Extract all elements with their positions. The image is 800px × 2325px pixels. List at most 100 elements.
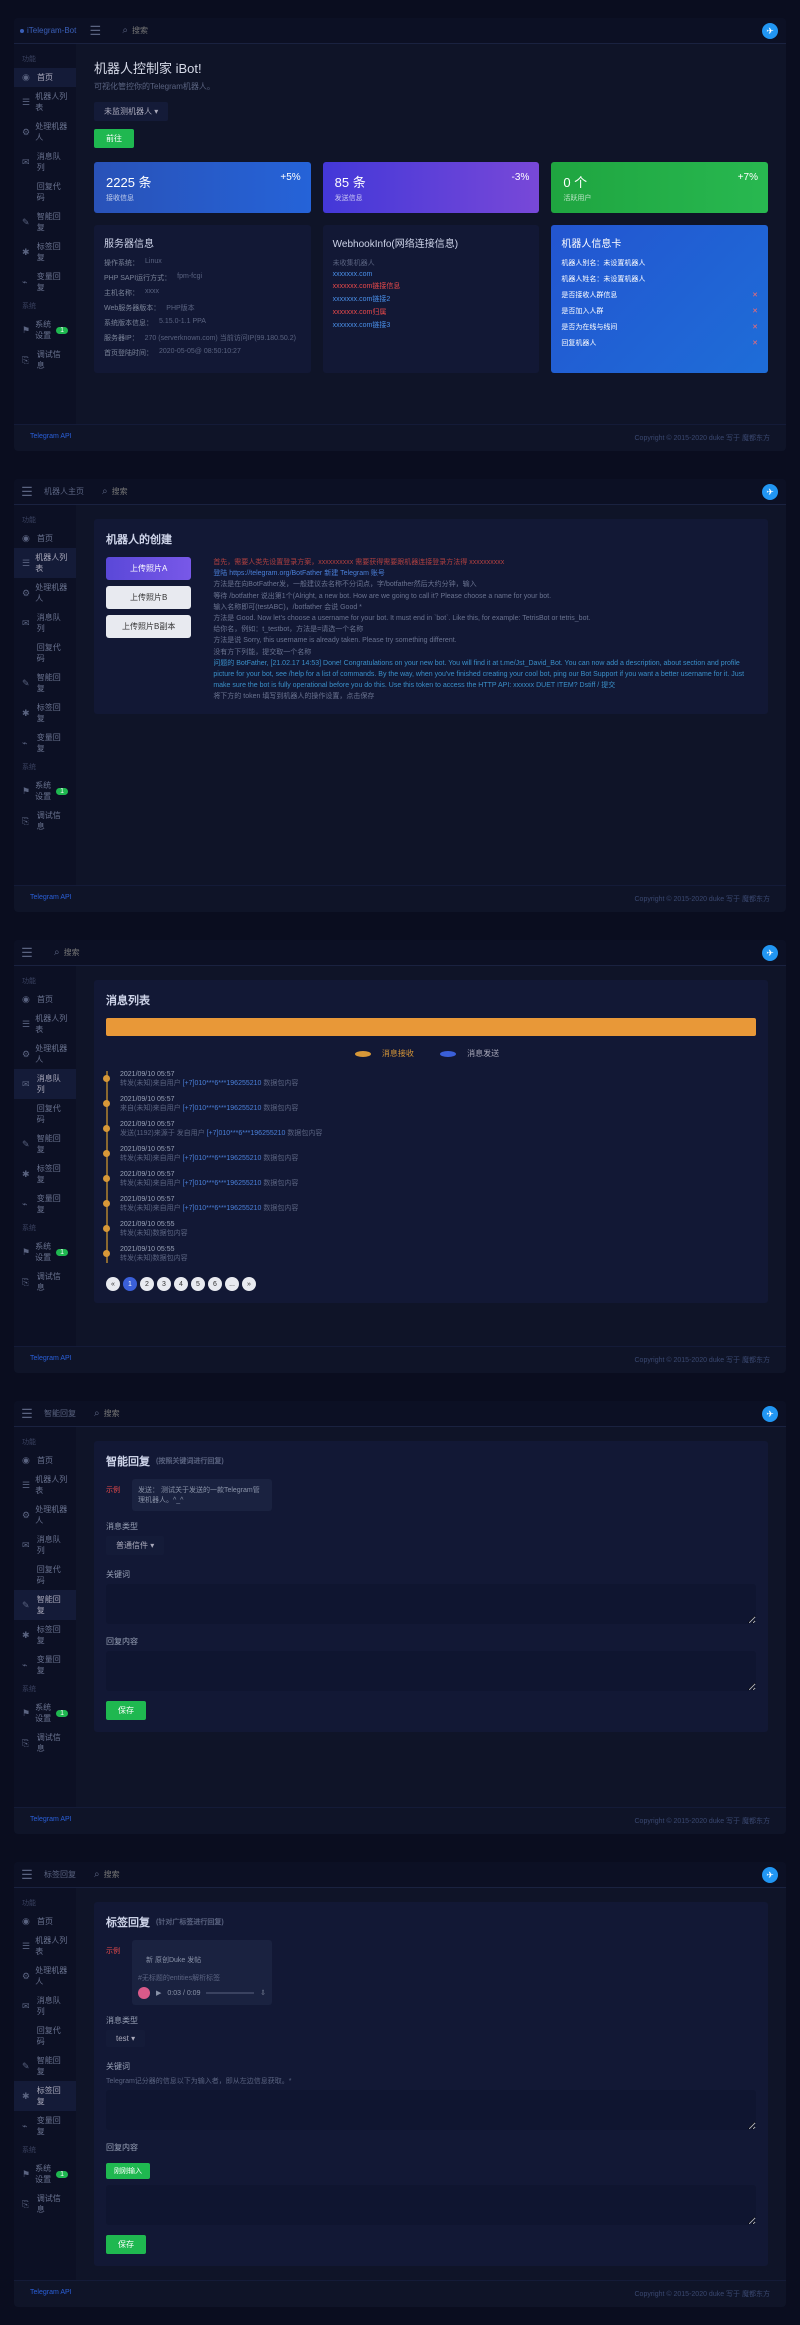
message-item[interactable]: 2021/09/10 05:57发送(1192)来源于 发自用户 [+7]010… [120, 1121, 756, 1138]
sidebar-item[interactable]: ✉消息队列 [14, 1991, 76, 2021]
tab-received[interactable]: 消息接收 [347, 1049, 430, 1058]
close-icon[interactable]: ✕ [752, 323, 758, 331]
sidebar-item[interactable]: ⎘调试信息 [14, 1728, 76, 1758]
sidebar-item[interactable]: ⌁变量回复 [14, 728, 76, 758]
page-button[interactable]: « [106, 1277, 120, 1291]
sidebar-item[interactable]: ⌁变量回复 [14, 1189, 76, 1219]
sidebar-item[interactable]: 回复代码 [14, 1099, 76, 1129]
telegram-icon[interactable]: ✈ [762, 945, 778, 961]
page-button[interactable]: 6 [208, 1277, 222, 1291]
sidebar-item[interactable]: ☰机器人列表 [14, 1931, 76, 1961]
webhook-link[interactable]: xxxxxxx.com链接3 [333, 320, 530, 330]
save-button[interactable]: 保存 [106, 2235, 146, 2254]
sidebar-item[interactable]: ✎智能回复 [14, 1590, 76, 1620]
page-button[interactable]: 1 [123, 1277, 137, 1291]
menu-toggle-icon[interactable]: ☰ [82, 23, 108, 39]
close-icon[interactable]: ✕ [752, 339, 758, 347]
page-button[interactable]: » [242, 1277, 256, 1291]
page-button[interactable]: 3 [157, 1277, 171, 1291]
webhook-link[interactable]: xxxxxxx.com链接信息 [333, 281, 530, 291]
tag-chip[interactable]: 刚刚输入 [106, 2163, 150, 2179]
bot-select[interactable]: 未监测机器人 [94, 102, 168, 121]
sidebar-item[interactable]: ✉消息队列 [14, 1069, 76, 1099]
search-input[interactable] [132, 26, 212, 35]
msg-type-select[interactable]: test [106, 2030, 145, 2047]
sidebar-item[interactable]: ☰机器人列表 [14, 1470, 76, 1500]
search[interactable]: ⌕ [122, 25, 212, 36]
sidebar-item[interactable]: ⌁变量回复 [14, 2111, 76, 2141]
message-item[interactable]: 2021/09/10 05:57来自(未知)来自用户 [+7]010***6**… [120, 1096, 756, 1113]
upload-button[interactable]: 上传照片A [106, 557, 191, 580]
sidebar-item[interactable]: 回复代码 [14, 2021, 76, 2051]
sidebar-item[interactable]: ✎智能回复 [14, 1129, 76, 1159]
sidebar-item[interactable]: ✉消息队列 [14, 147, 76, 177]
sidebar-item[interactable]: ⚙处理机器人 [14, 1961, 76, 1991]
telegram-icon[interactable]: ✈ [762, 484, 778, 500]
search-input[interactable] [112, 487, 192, 496]
tab-sent[interactable]: 消息发送 [432, 1049, 515, 1058]
sidebar-item[interactable]: ◉首页 [14, 68, 76, 87]
sidebar-item[interactable]: ✉消息队列 [14, 1530, 76, 1560]
sidebar-item[interactable]: 回复代码 [14, 1560, 76, 1590]
download-icon[interactable]: ⇩ [260, 1989, 266, 1997]
sidebar-item[interactable]: ✉消息队列 [14, 608, 76, 638]
content-input[interactable] [106, 1651, 756, 1691]
sidebar-item[interactable]: ⚑系统设置1 [14, 1237, 76, 1267]
sidebar-item[interactable]: ◉首页 [14, 990, 76, 1009]
sidebar-item[interactable]: ✱标签回复 [14, 2081, 76, 2111]
sidebar-item[interactable]: ☰机器人列表 [14, 87, 76, 117]
upload-button[interactable]: 上传照片B副本 [106, 615, 191, 638]
message-item[interactable]: 2021/09/10 05:57转发(未知)来自用户 [+7]010***6**… [120, 1196, 756, 1213]
sidebar-item[interactable]: ⚙处理机器人 [14, 1039, 76, 1069]
sidebar-item[interactable]: ⎘调试信息 [14, 2189, 76, 2219]
audio-player[interactable]: ▶0:03 / 0:09⇩ [138, 1987, 266, 1999]
search-input[interactable] [104, 1870, 184, 1879]
menu-toggle-icon[interactable]: ☰ [14, 484, 40, 500]
menu-toggle-icon[interactable]: ☰ [14, 1406, 40, 1422]
sidebar-item[interactable]: ✱标签回复 [14, 1159, 76, 1189]
msg-type-select[interactable]: 普通信件 [106, 1536, 164, 1555]
sidebar-item[interactable]: ◉首页 [14, 1451, 76, 1470]
sidebar-item[interactable]: ⎘调试信息 [14, 345, 76, 375]
sidebar-item[interactable]: ⚙处理机器人 [14, 578, 76, 608]
menu-toggle-icon[interactable]: ☰ [14, 1867, 40, 1883]
webhook-link[interactable]: xxxxxxx.com [333, 271, 530, 278]
sidebar-item[interactable]: 回复代码 [14, 638, 76, 668]
sidebar-item[interactable]: ⚑系统设置1 [14, 315, 76, 345]
telegram-icon[interactable]: ✈ [762, 1406, 778, 1422]
telegram-icon[interactable]: ✈ [762, 23, 778, 39]
sidebar-item[interactable]: ⚑系统设置1 [14, 776, 76, 806]
sidebar-item[interactable]: ⚑系统设置1 [14, 2159, 76, 2189]
sidebar-item[interactable]: ✎智能回复 [14, 2051, 76, 2081]
sidebar-item[interactable]: ☰机器人列表 [14, 548, 76, 578]
webhook-link[interactable]: xxxxxxx.com归属 [333, 307, 530, 317]
message-item[interactable]: 2021/09/10 05:55转发(未知)数据包内容 [120, 1246, 756, 1263]
sidebar-item[interactable]: ⌁变量回复 [14, 267, 76, 297]
search-input[interactable] [64, 948, 144, 957]
sidebar-item[interactable]: ✱标签回复 [14, 1620, 76, 1650]
page-button[interactable]: 2 [140, 1277, 154, 1291]
keyword-input[interactable] [106, 2090, 756, 2130]
search-input[interactable] [104, 1409, 184, 1418]
close-icon[interactable]: ✕ [752, 291, 758, 299]
sidebar-item[interactable]: 回复代码 [14, 177, 76, 207]
sidebar-item[interactable]: ⚙处理机器人 [14, 117, 76, 147]
webhook-link[interactable]: xxxxxxx.com链接2 [333, 294, 530, 304]
sidebar-item[interactable]: ☰机器人列表 [14, 1009, 76, 1039]
menu-toggle-icon[interactable]: ☰ [14, 945, 40, 961]
message-item[interactable]: 2021/09/10 05:55转发(未知)数据包内容 [120, 1221, 756, 1238]
sidebar-item[interactable]: ⚙处理机器人 [14, 1500, 76, 1530]
sidebar-item[interactable]: ✎智能回复 [14, 668, 76, 698]
sidebar-item[interactable]: ⎘调试信息 [14, 1267, 76, 1297]
sidebar-item[interactable]: ⌁变量回复 [14, 1650, 76, 1680]
content-input[interactable] [106, 2185, 756, 2225]
page-button[interactable]: 5 [191, 1277, 205, 1291]
sidebar-item[interactable]: ✎智能回复 [14, 207, 76, 237]
save-button[interactable]: 保存 [106, 1701, 146, 1720]
upload-button[interactable]: 上传照片B [106, 586, 191, 609]
message-item[interactable]: 2021/09/10 05:57转发(未知)来自用户 [+7]010***6**… [120, 1171, 756, 1188]
close-icon[interactable]: ✕ [752, 307, 758, 315]
sidebar-item[interactable]: ⚑系统设置1 [14, 1698, 76, 1728]
go-button[interactable]: 前往 [94, 129, 134, 148]
message-item[interactable]: 2021/09/10 05:57转发(未知)来自用户 [+7]010***6**… [120, 1071, 756, 1088]
